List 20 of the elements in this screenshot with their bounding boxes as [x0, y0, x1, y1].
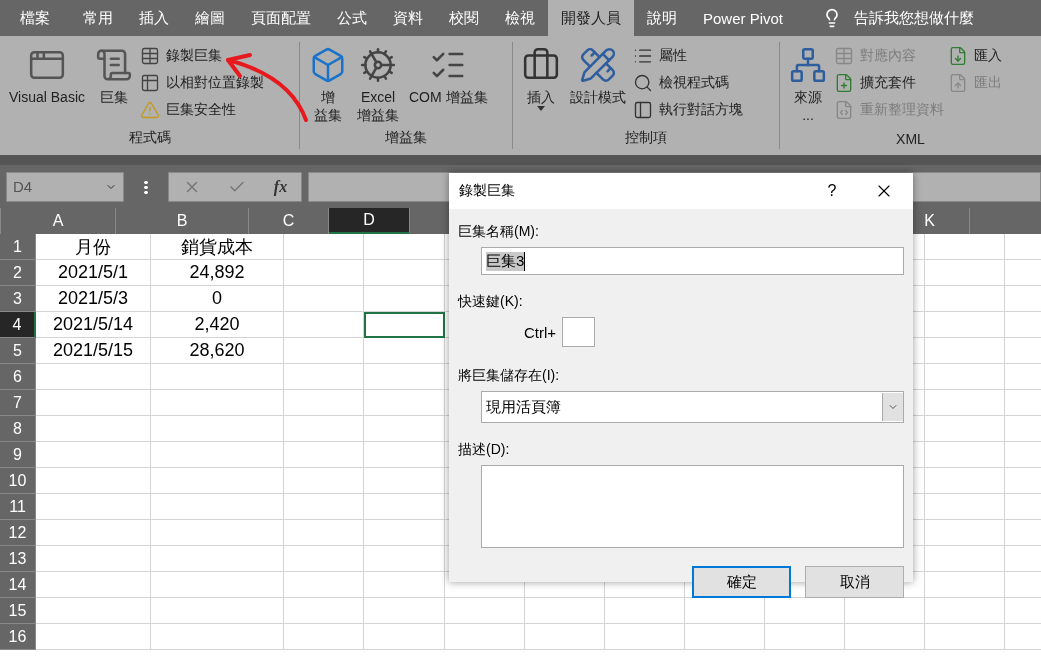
group-label: 程式碼 — [127, 129, 172, 147]
field-label: 描述(D): — [458, 441, 510, 459]
table-cell: 2021/5/1 — [36, 260, 151, 286]
table-cell: 銷貨成本 — [151, 234, 284, 260]
dialog-title: 錄製巨集 — [459, 182, 516, 200]
group-label: 增益集 — [384, 129, 428, 147]
table-cell: 2021/5/14 — [36, 312, 151, 338]
table-cell: 24,892 — [151, 260, 284, 286]
field-label: 巨集名稱(M): — [458, 223, 539, 241]
field-label: 將巨集儲存在(I): — [458, 367, 560, 385]
table-cell: 0 — [151, 286, 284, 312]
table-cell: 月份 — [36, 234, 151, 260]
group-label: 控制項 — [624, 129, 668, 147]
shortcut-prefix: Ctrl+ — [524, 323, 557, 341]
table-cell: 2021/5/15 — [36, 338, 151, 364]
table-cell: 2,420 — [151, 312, 284, 338]
field-label: 快速鍵(K): — [458, 293, 523, 311]
group-label: XML — [895, 131, 926, 149]
table-cell: 2021/5/3 — [36, 286, 151, 312]
table-cell: 28,620 — [151, 338, 284, 364]
